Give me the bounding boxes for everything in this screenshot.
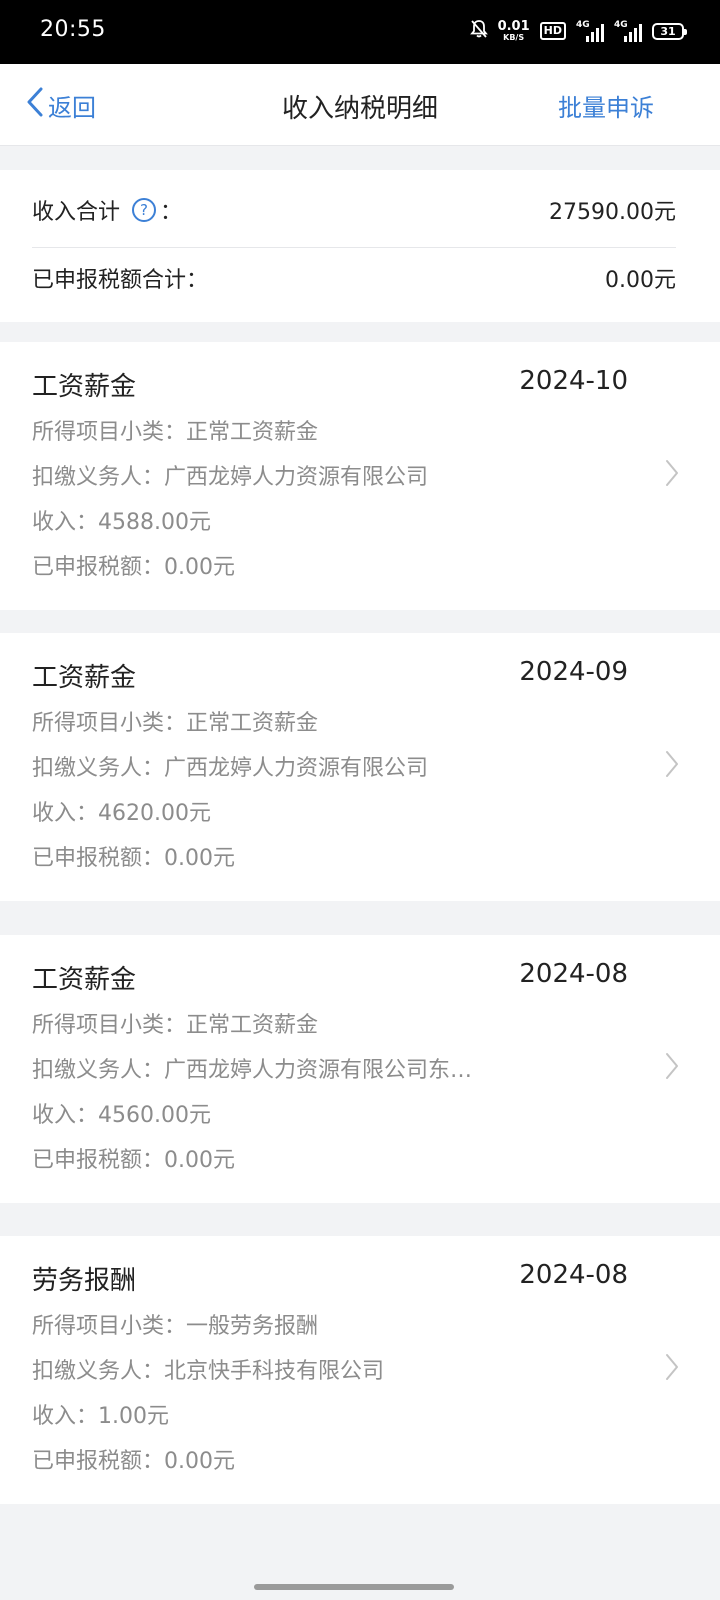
tax-label: 已申报税额： [32, 846, 165, 871]
network-speed-value: 0.01 [497, 19, 530, 34]
chevron-right-icon [664, 458, 680, 492]
status-icons: 0.01 KB/S HD 4G 4G 31 [469, 16, 687, 46]
sim1-signal-icon: 4G [576, 20, 604, 42]
income-value: 4560.00元 [98, 1103, 211, 1128]
income-label: 收入： [32, 801, 99, 826]
tax-label: 已申报税额： [32, 1449, 165, 1474]
income-type: 工资薪金 [32, 965, 137, 995]
subcategory-value: 正常工资薪金 [186, 711, 319, 736]
subcategory-value: 正常工资薪金 [186, 420, 319, 445]
income-line: 收入：4620.00元 [32, 795, 211, 827]
sim2-signal-icon: 4G [614, 20, 642, 42]
subcategory-line: 所得项目小类：正常工资薪金 [32, 705, 318, 737]
tax-total-value: 0.00元 [605, 268, 676, 293]
subcategory-value: 正常工资薪金 [186, 1013, 319, 1038]
battery-icon: 31 [652, 22, 687, 40]
tax-line: 已申报税额：0.00元 [32, 840, 235, 872]
income-record-item[interactable]: 工资薪金 2024-09 所得项目小类：正常工资薪金 扣缴义务人：广西龙婷人力资… [0, 633, 720, 901]
chevron-right-icon [664, 1051, 680, 1085]
subcategory-line: 所得项目小类：正常工资薪金 [32, 414, 318, 446]
subcategory-line: 所得项目小类：正常工资薪金 [32, 1007, 318, 1039]
withholder-line: 扣缴义务人：北京快手科技有限公司 [32, 1353, 384, 1385]
chevron-right-icon [664, 749, 680, 783]
income-record-item[interactable]: 工资薪金 2024-10 所得项目小类：正常工资薪金 扣缴义务人：广西龙婷人力资… [0, 342, 720, 610]
summary-divider [32, 247, 676, 248]
subcategory-line: 所得项目小类：一般劳务报酬 [32, 1308, 318, 1340]
income-total-colon: ： [160, 200, 183, 225]
income-record-item[interactable]: 劳务报酬 2024-08 所得项目小类：一般劳务报酬 扣缴义务人：北京快手科技有… [0, 1236, 720, 1504]
withholder-label: 扣缴义务人： [32, 756, 165, 781]
subcategory-label: 所得项目小类： [32, 1314, 187, 1339]
income-total-value: 27590.00元 [549, 200, 676, 225]
tax-value: 0.00元 [164, 555, 236, 580]
income-total-row: 收入合计 ? ： 27590.00元 [32, 194, 676, 226]
income-line: 收入：1.00元 [32, 1398, 169, 1430]
income-value: 1.00元 [98, 1404, 170, 1429]
withholder-label: 扣缴义务人： [32, 1058, 165, 1083]
income-label: 收入： [32, 510, 99, 535]
withholder-label: 扣缴义务人： [32, 465, 165, 490]
status-bar: 20:55 0.01 KB/S HD 4G 4G 31 [0, 0, 720, 64]
tax-label: 已申报税额： [32, 555, 165, 580]
income-summary-card: 收入合计 ? ： 27590.00元 已申报税额合计： 0.00元 [0, 170, 720, 322]
withholder-line: 扣缴义务人：广西龙婷人力资源有限公司 [32, 750, 428, 782]
income-label: 收入： [32, 1404, 99, 1429]
income-period: 2024-08 [519, 959, 628, 989]
withholder-value: 广西龙婷人力资源有限公司东… [164, 1058, 473, 1083]
chevron-right-icon [664, 1352, 680, 1386]
income-period: 2024-10 [519, 366, 628, 396]
mute-bell-icon [469, 19, 488, 43]
income-period: 2024-09 [519, 657, 628, 687]
subcategory-label: 所得项目小类： [32, 711, 187, 736]
tax-total-row: 已申报税额合计： 0.00元 [32, 262, 676, 294]
tax-value: 0.00元 [164, 1148, 236, 1173]
withholder-label: 扣缴义务人： [32, 1359, 165, 1384]
tax-line: 已申报税额：0.00元 [32, 549, 235, 581]
income-line: 收入：4588.00元 [32, 504, 211, 536]
hd-badge: HD [539, 22, 566, 40]
status-time: 20:55 [40, 17, 106, 42]
tax-total-label: 已申报税额合计： [32, 268, 209, 293]
tax-line: 已申报税额：0.00元 [32, 1443, 235, 1475]
tax-label: 已申报税额： [32, 1148, 165, 1173]
income-type: 工资薪金 [32, 372, 137, 402]
withholder-value: 北京快手科技有限公司 [164, 1359, 385, 1384]
income-type: 劳务报酬 [32, 1266, 137, 1296]
nav-bar: 返回 收入纳税明细 批量申诉 [0, 64, 720, 146]
network-speed: 0.01 KB/S [498, 20, 530, 42]
tax-value: 0.00元 [164, 1449, 236, 1474]
tax-line: 已申报税额：0.00元 [32, 1142, 235, 1174]
subcategory-label: 所得项目小类： [32, 1013, 187, 1038]
home-indicator[interactable] [254, 1584, 454, 1590]
income-label: 收入： [32, 1103, 99, 1128]
withholder-value: 广西龙婷人力资源有限公司 [164, 756, 429, 781]
network-speed-unit: KB/S [503, 33, 525, 42]
battery-level: 31 [660, 24, 676, 38]
income-line: 收入：4560.00元 [32, 1097, 211, 1129]
income-total-label: 收入合计 [32, 200, 121, 225]
subcategory-label: 所得项目小类： [32, 420, 187, 445]
income-value: 4620.00元 [98, 801, 211, 826]
subcategory-value: 一般劳务报酬 [186, 1314, 319, 1339]
income-type: 工资薪金 [32, 663, 137, 693]
batch-appeal-button[interactable]: 批量申诉 [558, 88, 654, 123]
income-record-item[interactable]: 工资薪金 2024-08 所得项目小类：正常工资薪金 扣缴义务人：广西龙婷人力资… [0, 935, 720, 1203]
question-circle-icon[interactable]: ? [132, 198, 157, 222]
withholder-line: 扣缴义务人：广西龙婷人力资源有限公司东… [32, 1052, 472, 1084]
income-value: 4588.00元 [98, 510, 211, 535]
tax-value: 0.00元 [164, 846, 236, 871]
income-period: 2024-08 [519, 1260, 628, 1290]
withholder-line: 扣缴义务人：广西龙婷人力资源有限公司 [32, 459, 428, 491]
withholder-value: 广西龙婷人力资源有限公司 [164, 465, 429, 490]
